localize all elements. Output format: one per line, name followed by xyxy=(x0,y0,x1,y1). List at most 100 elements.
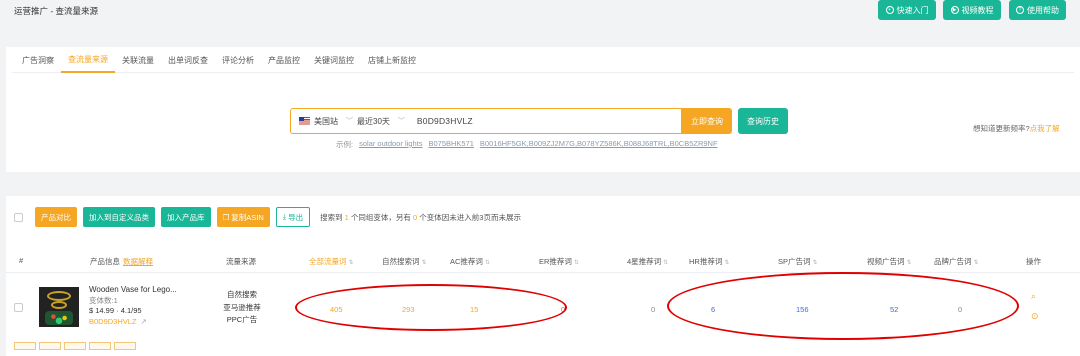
col-er[interactable]: ER推荐词 ⇅ xyxy=(539,256,579,267)
export-label: 导出 xyxy=(288,212,304,222)
location-icon[interactable]: ⊙ xyxy=(1031,311,1039,322)
col-sp[interactable]: SP广告词 ⇅ xyxy=(778,256,818,267)
search-box: 美国站 ﹀ 最近30天 ﹀ B0D9D3HVLZ xyxy=(290,108,682,134)
col-er-label: ER推荐词 xyxy=(539,257,572,266)
col-hr-label: HR推荐词 xyxy=(689,257,723,266)
source-item: 亚马逊推荐 xyxy=(223,302,261,312)
tab-ad-insight[interactable]: 广告洞察 xyxy=(15,47,61,73)
sort-icon: ⇅ xyxy=(663,260,669,266)
results-toolbar: 产品对比 加入到自定义品类 加入产品库 ❐ 复制ASIN ⤓ 导出 搜索到 1 … xyxy=(6,207,521,227)
tab-related-traffic[interactable]: 关联流量 xyxy=(115,47,161,73)
col-four-star[interactable]: 4星推荐词 ⇅ xyxy=(627,256,668,267)
er-value: 0 xyxy=(561,305,566,314)
site-value: 美国站 xyxy=(314,116,338,126)
ac-value[interactable]: 15 xyxy=(470,305,478,314)
example-link[interactable]: solar outdoor lights xyxy=(359,139,422,150)
col-ac[interactable]: AC推荐词 ⇅ xyxy=(450,256,490,267)
help-button[interactable]: ? 使用帮助 xyxy=(1009,0,1066,20)
quick-start-button[interactable]: + 快速入门 xyxy=(878,0,936,20)
tab-product-monitor[interactable]: 产品监控 xyxy=(261,47,307,73)
examples-prefix: 示例: xyxy=(336,140,354,149)
price-rating: $ 14.99 · 4.1/95 xyxy=(89,306,142,315)
tag-chip xyxy=(114,342,136,350)
video-value[interactable]: 52 xyxy=(890,305,898,314)
search-icon[interactable]: ⌕ xyxy=(1031,291,1036,302)
freq-text: 想知道更新频率? xyxy=(973,124,1030,133)
row-checkbox[interactable] xyxy=(14,303,23,312)
add-library-button[interactable]: 加入产品库 xyxy=(161,207,211,227)
tab-order-keyword[interactable]: 出单词反查 xyxy=(161,47,215,73)
four-star-value: 0 xyxy=(651,305,656,314)
result-note: 搜索到 1 个同组变体，另有 0 个变体因未进入前3页而未展示 xyxy=(320,212,521,223)
chevron-down-icon: ﹀ xyxy=(397,118,405,125)
example-link[interactable]: B075BHK571 xyxy=(428,139,473,150)
product-name[interactable]: Wooden Vase for Lego... xyxy=(89,285,177,296)
copy-icon: ❐ xyxy=(222,212,230,222)
col-sp-label: SP广告词 xyxy=(778,257,811,266)
col-brand[interactable]: 品牌广告词 ⇅ xyxy=(934,256,979,267)
asin-input[interactable]: B0D9D3HVLZ xyxy=(417,116,473,126)
tab-bar: 广告洞察 查流量来源 关联流量 出单词反查 评论分析 产品监控 关键词监控 店铺… xyxy=(12,47,1074,73)
asin-line: B0D9D3HVLZ ↗ xyxy=(89,317,177,328)
tag-chip xyxy=(14,342,36,350)
col-product-label: 产品信息 xyxy=(90,257,120,266)
download-icon: ⤓ xyxy=(282,212,287,221)
all-keywords-value[interactable]: 405 xyxy=(330,305,343,314)
query-button[interactable]: 立即查询 xyxy=(682,108,732,134)
add-category-button[interactable]: 加入到自定义品类 xyxy=(83,207,155,227)
example-link[interactable]: B0016HF5GK,B009ZJ2M7G,B078YZ586K,B088J68… xyxy=(480,139,718,150)
organic-value[interactable]: 293 xyxy=(402,305,415,314)
col-hr[interactable]: HR推荐词 ⇅ xyxy=(689,256,729,267)
col-index: # xyxy=(19,256,24,265)
col-organic[interactable]: 自然搜索词 ⇅ xyxy=(382,256,427,267)
tab-keyword-monitor[interactable]: 关键词监控 xyxy=(307,47,361,73)
sort-icon: ⇅ xyxy=(724,260,730,266)
breadcrumb: 运营推广 - 查流量来源 xyxy=(14,6,99,16)
tag-row xyxy=(14,342,136,350)
col-four-star-label: 4星推荐词 xyxy=(627,257,662,266)
note-prefix: 搜索到 xyxy=(320,212,343,222)
note-mid: 个同组变体，另有 xyxy=(350,212,411,222)
hr-value[interactable]: 6 xyxy=(711,305,715,314)
tab-traffic-source[interactable]: 查流量来源 xyxy=(61,47,115,73)
query-history-button[interactable]: 查询历史 xyxy=(738,108,788,134)
copy-asin-button[interactable]: ❐ 复制ASIN xyxy=(216,207,270,227)
examples-line: 示例: solar outdoor lights B075BHK571 B001… xyxy=(336,139,718,150)
sort-icon: ⇅ xyxy=(573,260,579,266)
compare-button[interactable]: 产品对比 xyxy=(35,207,77,227)
select-all-checkbox[interactable] xyxy=(14,212,23,222)
results-panel: 产品对比 加入到自定义品类 加入产品库 ❐ 复制ASIN ⤓ 导出 搜索到 1 … xyxy=(6,196,1080,356)
video-tutorial-button[interactable]: ▶ 视频教程 xyxy=(943,0,1001,20)
export-button[interactable]: ⤓ 导出 xyxy=(275,207,311,227)
period-value: 最近30天 xyxy=(357,116,390,126)
note-suffix: 个变体因未进入前3页而未展示 xyxy=(419,212,521,222)
top-bar: 运营推广 - 查流量来源 + 快速入门 ▶ 视频教程 ? 使用帮助 xyxy=(0,0,1080,40)
col-brand-label: 品牌广告词 xyxy=(934,257,972,266)
product-asin[interactable]: B0D9D3HVLZ xyxy=(89,317,137,326)
video-tutorial-label: 视频教程 xyxy=(961,5,994,15)
data-explain-link[interactable]: 数据解释 xyxy=(123,257,153,266)
help-label: 使用帮助 xyxy=(1027,5,1059,15)
search-panel: 广告洞察 查流量来源 关联流量 出单词反查 评论分析 产品监控 关键词监控 店铺… xyxy=(6,47,1080,172)
sort-icon: ⇅ xyxy=(421,260,427,266)
freq-link[interactable]: 点我了解 xyxy=(1030,124,1060,133)
col-action: 操作 xyxy=(1026,257,1041,266)
tab-store-new-monitor[interactable]: 店铺上新监控 xyxy=(361,47,423,73)
external-link-icon[interactable]: ↗ xyxy=(141,317,147,326)
source-item: PPC广告 xyxy=(226,315,258,324)
col-all-label: 全部流量词 xyxy=(309,257,347,266)
sort-icon: ⇅ xyxy=(973,260,979,266)
product-thumbnail[interactable] xyxy=(39,287,79,327)
play-circle-icon: ▶ xyxy=(950,6,959,14)
site-select[interactable]: 美国站 ﹀ xyxy=(314,116,353,127)
col-video[interactable]: 视频广告词 ⇅ xyxy=(867,256,912,267)
period-select[interactable]: 最近30天 ﹀ xyxy=(357,116,405,127)
search-row: 美国站 ﹀ 最近30天 ﹀ B0D9D3HVLZ 立即查询 查询历史 xyxy=(290,108,788,134)
col-source: 流量来源 xyxy=(226,257,256,266)
sp-value[interactable]: 156 xyxy=(796,305,809,314)
tag-chip xyxy=(89,342,111,350)
source-item: 自然搜索 xyxy=(227,290,257,299)
quick-start-label: 快速入门 xyxy=(896,5,929,15)
tab-review-analysis[interactable]: 评论分析 xyxy=(215,47,261,73)
col-all-keywords[interactable]: 全部流量词 ⇅ xyxy=(309,256,354,267)
